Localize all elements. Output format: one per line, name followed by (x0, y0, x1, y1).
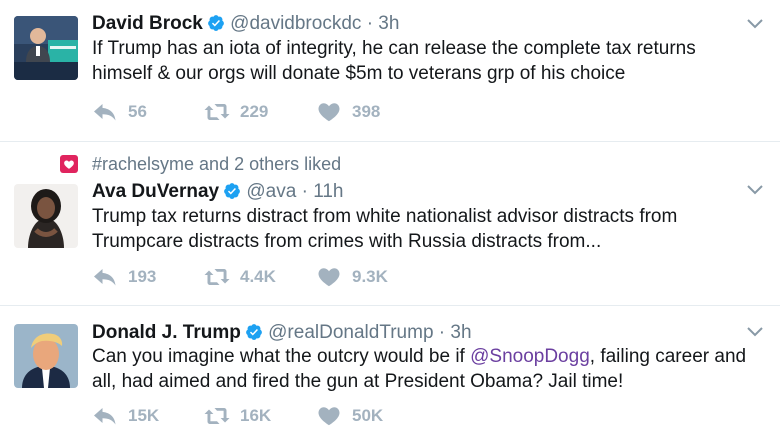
tweet-donald-trump[interactable]: Donald J. Trump @realDonaldTrump · 3h Ca… (0, 306, 780, 442)
like-button[interactable]: 398 (316, 102, 428, 122)
retweet-button[interactable]: 4.4K (204, 267, 316, 287)
display-name[interactable]: Ava DuVernay (92, 181, 219, 202)
liked-heart-icon (60, 155, 78, 173)
verified-icon (245, 323, 263, 341)
retweet-count: 4.4K (240, 267, 276, 286)
retweet-count: 16K (240, 406, 272, 425)
verified-icon (207, 14, 225, 32)
tweet-actions: 193 4.4K 9.3K (92, 265, 428, 289)
tweet-actions: 56 229 398 (92, 100, 428, 124)
reply-icon (92, 102, 118, 122)
separator: · (438, 322, 446, 343)
avatar[interactable] (14, 16, 78, 80)
reply-count: 193 (128, 267, 157, 286)
handle[interactable]: @davidbrockdc (230, 13, 361, 34)
retweet-button[interactable]: 229 (204, 102, 316, 122)
tweet-header: Ava DuVernay @ava · 11h (92, 180, 720, 204)
reply-button[interactable]: 193 (92, 267, 204, 287)
reply-icon (92, 267, 118, 287)
like-button[interactable]: 9.3K (316, 267, 428, 287)
liked-context-text[interactable]: #rachelsyme and 2 others liked (92, 154, 341, 175)
reply-count: 15K (128, 406, 160, 425)
chevron-down-icon[interactable] (746, 18, 764, 30)
handle[interactable]: @realDonaldTrump (268, 322, 433, 343)
timestamp[interactable]: 3h (378, 13, 399, 34)
reply-count: 56 (128, 102, 147, 121)
tweet-text-part: Can you imagine what the outcry would be… (92, 346, 471, 367)
tweet-actions: 15K 16K 50K (92, 404, 428, 428)
tweet-text: If Trump has an iota of integrity, he ca… (92, 38, 696, 84)
retweet-button[interactable]: 16K (204, 406, 316, 426)
retweet-icon (204, 267, 230, 287)
reply-button[interactable]: 56 (92, 102, 204, 122)
retweet-icon (204, 102, 230, 122)
like-count: 50K (352, 406, 384, 425)
heart-icon (316, 406, 342, 426)
chevron-down-icon[interactable] (746, 326, 764, 338)
timestamp[interactable]: 3h (450, 322, 471, 343)
like-count: 9.3K (352, 267, 388, 286)
retweet-count: 229 (240, 102, 269, 121)
handle[interactable]: @ava (246, 181, 296, 202)
tweet-header: David Brock @davidbrockdc · 3h (92, 12, 720, 36)
tweet-text: Trump tax returns distract from white na… (92, 206, 678, 252)
timestamp[interactable]: 11h (313, 181, 343, 202)
retweet-icon (204, 406, 230, 426)
display-name[interactable]: David Brock (92, 13, 203, 34)
verified-icon (223, 182, 241, 200)
heart-icon (316, 102, 342, 122)
separator: · (301, 181, 308, 202)
like-button[interactable]: 50K (316, 406, 428, 426)
tweet-ava-duvernay[interactable]: #rachelsyme and 2 others liked Ava DuVer… (0, 142, 780, 306)
tweet-text: Can you imagine what the outcry would be… (92, 344, 760, 394)
reply-icon (92, 406, 118, 426)
liked-context: #rachelsyme and 2 others liked (60, 152, 341, 176)
heart-icon (316, 267, 342, 287)
separator: · (366, 13, 374, 34)
display-name[interactable]: Donald J. Trump (92, 322, 241, 343)
tweet-header: Donald J. Trump @realDonaldTrump · 3h (92, 321, 720, 345)
mention-link[interactable]: @SnoopDogg (470, 346, 590, 367)
like-count: 398 (352, 102, 381, 121)
avatar[interactable] (14, 324, 78, 388)
tweet-david-brock[interactable]: David Brock @davidbrockdc · 3h If Trump … (0, 0, 780, 142)
reply-button[interactable]: 15K (92, 406, 204, 426)
chevron-down-icon[interactable] (746, 184, 764, 196)
avatar[interactable] (14, 184, 78, 248)
